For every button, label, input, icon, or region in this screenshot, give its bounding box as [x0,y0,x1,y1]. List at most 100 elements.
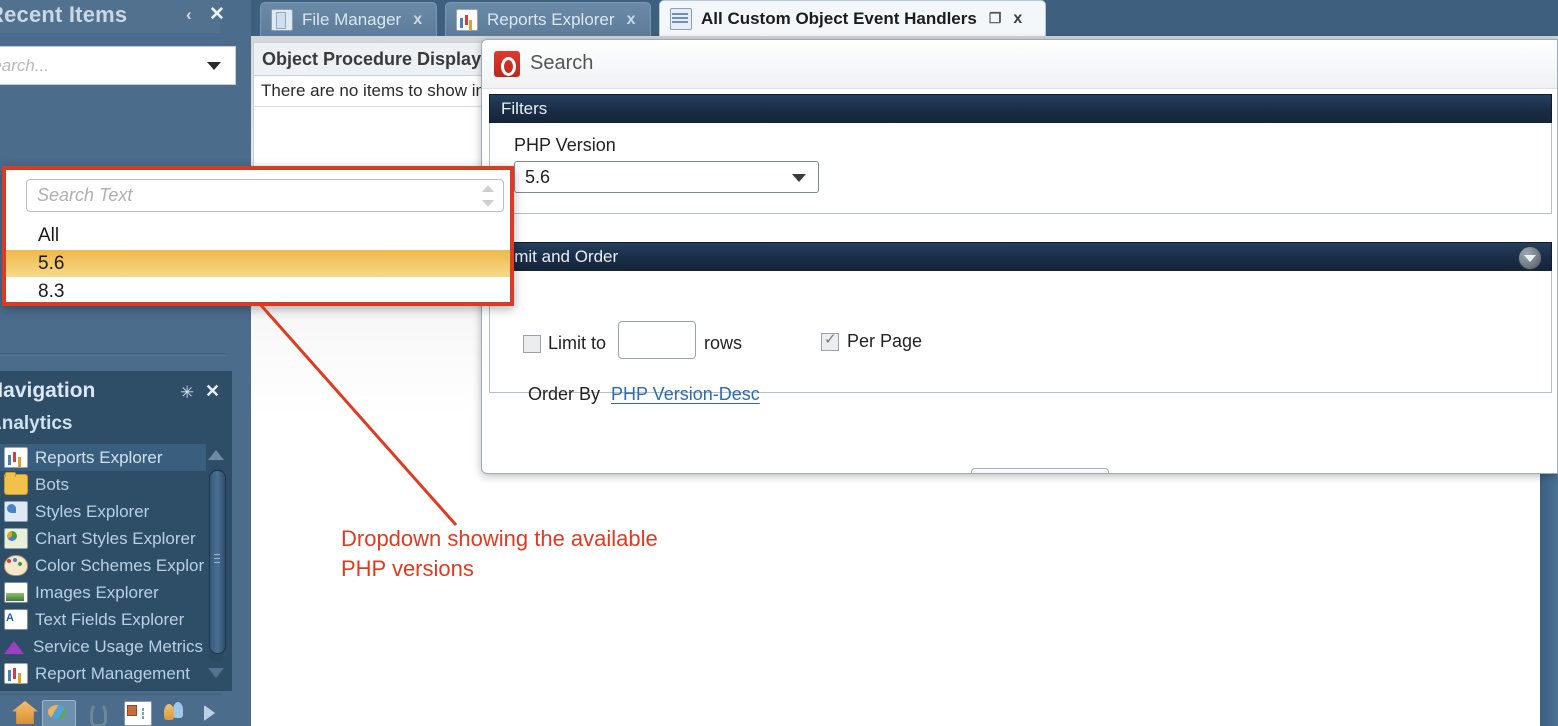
color-palette-icon [4,555,28,576]
close-icon[interactable]: x [413,11,422,29]
annotation-text: Dropdown showing the available PHP versi… [341,526,658,581]
tab-all-custom-object-event-handlers[interactable]: All Custom Object Event Handlers ❐ x [659,0,1046,36]
per-page-checkbox[interactable] [821,330,839,351]
sidebar-item-label: Service Usage Metrics [33,636,204,656]
spinner-up-icon[interactable] [482,185,494,192]
styles-icon [4,501,28,522]
limit-and-order-section: Limit and Order Limit to rows Per Page O… [489,242,1552,404]
app-root: Recent Items ‹ ✕ Search... Navigation ✳ … [0,0,1558,726]
tab-label: File Manager [302,9,402,29]
scrollbar-grip-icon [214,554,220,555]
navigation-scrollbar[interactable] [203,444,229,684]
limit-to-checkbox[interactable] [523,335,541,353]
sidebar-item-reports-explorer[interactable]: Reports Explorer [0,444,206,471]
php-version-dropdown-popup: Search Text All 5.6 8.3 [2,166,514,306]
restore-window-icon[interactable]: ❐ [989,10,1002,27]
sidebar-item-bots[interactable]: Bots [0,471,206,498]
settings-button[interactable]: Settings [971,468,1109,473]
php-version-select[interactable]: 5.6 [514,161,819,193]
dropdown-option-5-6[interactable]: 5.6 [6,250,510,277]
navigation-item-list: Reports Explorer Bots Styles Explorer Ch… [0,444,206,684]
gear-icon[interactable]: ✳ [180,383,194,403]
sidebar-item-styles-explorer[interactable]: Styles Explorer [0,498,206,525]
scroll-down-arrow-icon[interactable] [208,668,224,678]
folder-icon [4,472,28,495]
sidebar-item-label: Bots [35,474,70,494]
tab-label: Reports Explorer [487,9,615,29]
sidebar-divider [0,353,225,356]
chevron-left-icon[interactable]: ‹ [186,5,192,25]
app-logo-icon [494,51,520,77]
dropdown-option-all[interactable]: All [6,222,510,249]
home-icon[interactable] [12,701,38,724]
empty-state-message: There are no items to show in t [254,76,499,107]
dialog-titlebar [482,40,1557,89]
caret-down-icon[interactable] [792,174,806,182]
sidebar-item-text-fields-explorer[interactable]: Text Fields Explorer [0,606,206,633]
limit-to-label: Limit to [548,333,607,353]
sidebar-item-label: Reports Explorer [35,447,163,467]
tab-file-manager[interactable]: File Manager x [260,2,437,36]
limit-rows-input[interactable] [618,321,696,359]
rows-label: rows [704,333,743,353]
navigation-panel: Navigation ✳ ✕ Analytics Reports Explore… [0,371,232,691]
limit-and-order-section-header[interactable]: Limit and Order [489,242,1552,271]
scrollbar-thumb[interactable] [209,470,226,654]
recent-items-title: Recent Items [0,2,128,27]
panel-title: Object Procedure Display [254,43,499,76]
filters-section-header[interactable]: Filters [489,94,1552,123]
close-icon[interactable]: x [1013,10,1022,28]
dialog-title: Search [530,52,594,74]
collapse-circle-down-icon[interactable] [1518,246,1542,270]
dropdown-option-8-3[interactable]: 8.3 [6,278,510,305]
left-sidebar: Recent Items ‹ ✕ Search... Navigation ✳ … [0,0,251,726]
filters-section-body: PHP Version 5.6 [489,123,1552,214]
limit-and-order-section-body: Limit to rows Per Page Order By PHP Vers… [489,271,1552,404]
navigation-group-label: Analytics [0,413,73,434]
contact-card-icon[interactable] [124,701,152,726]
close-icon[interactable]: ✕ [209,3,225,26]
object-procedure-display-panel: Object Procedure Display There are no it… [253,42,500,180]
palette-icon[interactable] [42,700,76,726]
per-page-label: Per Page [847,331,923,351]
right-edge-strip [1540,463,1558,726]
recent-items-search-placeholder: Search... [0,56,50,75]
wrench-icon[interactable] [86,701,108,726]
sidebar-item-label: Chart Styles Explorer [35,528,196,548]
sidebar-item-service-usage-metrics[interactable]: Service Usage Metrics [0,633,206,660]
search-dialog: Search ? ✕ Filters PHP Version 5.6 Limit… [481,39,1558,474]
sidebar-item-chart-styles-explorer[interactable]: Chart Styles Explorer [0,525,206,552]
scroll-up-arrow-icon[interactable] [208,450,224,460]
order-by-label: Order By [528,384,601,404]
section-title: Filters [501,99,548,118]
php-version-value: 5.6 [525,167,551,187]
section-title: Limit and Order [501,247,619,266]
sidebar-item-images-explorer[interactable]: Images Explorer [0,579,206,606]
dropdown-search-input[interactable]: Search Text [26,179,504,212]
sidebar-item-report-management[interactable]: Report Management [0,660,206,684]
filters-section: Filters PHP Version 5.6 [489,94,1552,214]
file-manager-icon [271,8,293,31]
recent-items-search-input[interactable]: Search... [0,46,236,85]
php-version-label: PHP Version [514,135,616,155]
close-icon[interactable]: x [627,11,636,29]
dropdown-search-placeholder: Search Text [37,185,133,205]
close-icon[interactable]: ✕ [205,381,220,402]
tab-reports-explorer[interactable]: Reports Explorer x [445,2,651,36]
spinner-down-icon[interactable] [482,200,494,207]
dropdown-spinner[interactable] [480,183,497,209]
caret-down-icon[interactable] [207,62,221,70]
sidebar-item-label: Report Management [35,663,190,683]
reports-explorer-icon [456,8,478,31]
taskbar-divider [0,693,222,695]
sidebar-item-label: Color Schemes Explor [35,555,205,575]
chevron-right-icon[interactable] [204,705,215,721]
sidebar-item-label: Text Fields Explorer [35,609,185,629]
sidebar-item-color-schemes-explorer[interactable]: Color Schemes Explor [0,552,206,579]
image-icon [4,582,28,603]
people-icon[interactable] [162,701,188,724]
tab-label: All Custom Object Event Handlers [701,8,977,28]
order-by-link[interactable]: PHP Version-Desc [611,384,760,405]
grid-icon [670,7,692,30]
chart-styles-icon [4,528,28,549]
